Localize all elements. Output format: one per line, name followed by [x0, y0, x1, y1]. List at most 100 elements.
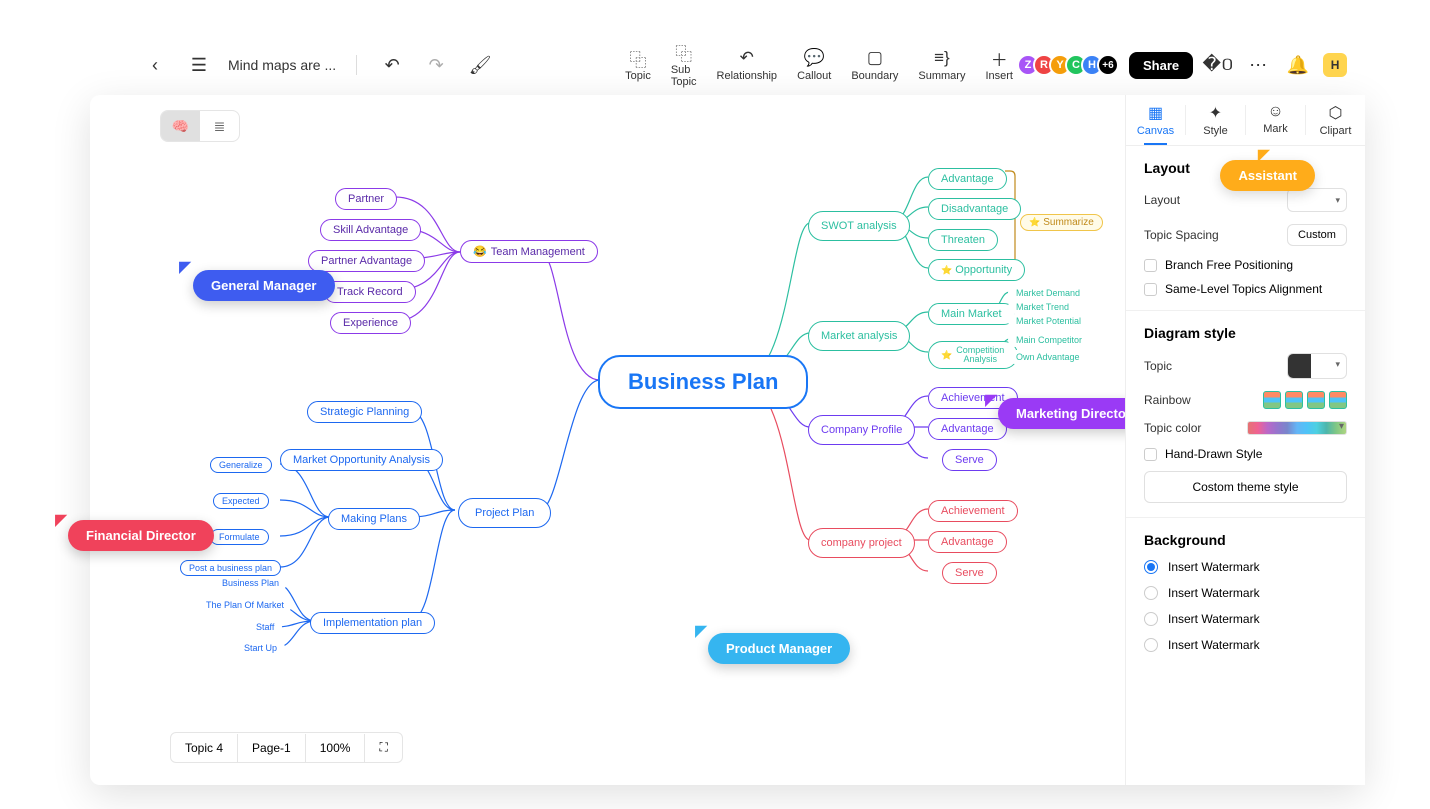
node-skill[interactable]: Skill Advantage [320, 219, 421, 241]
node-market[interactable]: Market analysis [808, 321, 910, 351]
redo-icon[interactable]: ↷ [421, 50, 451, 80]
rainbow-opt-4[interactable] [1329, 391, 1347, 409]
node-label: Competition Analysis [955, 346, 1005, 364]
page-indicator[interactable]: Page-1 [238, 734, 306, 762]
tool-topic[interactable]: ⿻Topic [615, 48, 661, 82]
tab-mark[interactable]: ☺Mark [1246, 95, 1305, 145]
radio-label: Insert Watermark [1168, 586, 1260, 600]
spacing-select[interactable]: Custom [1287, 224, 1347, 246]
node-planmarket[interactable]: The Plan Of Market [198, 598, 292, 612]
zoom-level[interactable]: 100% [306, 734, 366, 762]
tool-callout[interactable]: 💬Callout [787, 48, 841, 82]
tab-clipart[interactable]: ⬡Clipart [1306, 95, 1365, 145]
node-post[interactable]: Post a business plan [180, 560, 281, 576]
node-adv[interactable]: Advantage [928, 168, 1007, 190]
tool-relationship[interactable]: ↶Relationship [707, 48, 788, 82]
topic-color-select[interactable] [1247, 421, 1347, 435]
tool-insert[interactable]: ＋Insert [975, 48, 1023, 82]
node-strategic[interactable]: Strategic Planning [307, 401, 422, 423]
node-partner[interactable]: Partner [335, 188, 397, 210]
node-impl[interactable]: Implementation plan [310, 612, 435, 634]
node-mopp[interactable]: Market Opportunity Analysis [280, 449, 443, 471]
rainbow-opt-1[interactable] [1263, 391, 1281, 409]
node-startup[interactable]: Start Up [236, 641, 285, 655]
topic-count[interactable]: Topic 4 [171, 734, 238, 762]
hand-drawn-checkbox[interactable]: Hand-Drawn Style [1144, 447, 1347, 461]
node-exp2[interactable]: Expected [213, 493, 269, 509]
bg-option-4[interactable]: Insert Watermark [1144, 638, 1347, 652]
node-md[interactable]: Market Demand [1008, 286, 1088, 300]
layout-label: Layout [1144, 193, 1180, 207]
radio-label: Insert Watermark [1168, 638, 1260, 652]
node-track[interactable]: Track Record [324, 281, 416, 303]
custom-theme-button[interactable]: Costom theme style [1144, 471, 1347, 503]
node-gen[interactable]: Generalize [210, 457, 272, 473]
node-adv3[interactable]: Advantage [928, 531, 1007, 553]
node-swot[interactable]: SWOT analysis [808, 211, 910, 241]
tool-boundary[interactable]: ▢Boundary [841, 48, 908, 82]
right-properties-panel: ▦Canvas ✦Style ☺Mark ⬡Clipart Layout Lay… [1125, 95, 1365, 785]
bell-icon[interactable]: 🔔 [1283, 50, 1313, 80]
node-staff[interactable]: Staff [248, 620, 282, 634]
more-icon[interactable]: ⋯ [1243, 50, 1273, 80]
summary-badge[interactable]: Summarize [1020, 214, 1103, 231]
node-mt[interactable]: Market Trend [1008, 300, 1077, 314]
node-mp[interactable]: Market Potential [1008, 314, 1089, 328]
topic-style-select[interactable] [1287, 353, 1347, 379]
undo-icon[interactable]: ↶ [377, 50, 407, 80]
clipart-tab-icon: ⬡ [1329, 103, 1343, 123]
branch-free-checkbox[interactable]: Branch Free Positioning [1144, 258, 1347, 272]
node-adv2[interactable]: Advantage [928, 418, 1007, 440]
node-thr[interactable]: Threaten [928, 229, 998, 251]
node-mc[interactable]: Main Competitor [1008, 333, 1090, 347]
node-team-management[interactable]: 😂Team Management [460, 240, 598, 263]
layout-select[interactable] [1287, 188, 1347, 212]
rainbow-opt-2[interactable] [1285, 391, 1303, 409]
tool-subtopic[interactable]: ⿻Sub Topic [661, 42, 707, 88]
tool-label: Topic [625, 70, 651, 82]
bg-option-1[interactable]: Insert Watermark [1144, 560, 1347, 574]
format-painter-icon[interactable]: 🖌 [465, 50, 495, 80]
tool-label: Callout [797, 70, 831, 82]
node-ach2[interactable]: Achievement [928, 500, 1018, 522]
node-label: Team Management [491, 246, 585, 258]
share-button[interactable]: Share [1129, 52, 1193, 79]
bg-option-3[interactable]: Insert Watermark [1144, 612, 1347, 626]
back-icon[interactable]: ‹ [140, 50, 170, 80]
node-making[interactable]: Making Plans [328, 508, 420, 530]
collaborator-avatars[interactable]: ZRYCH+6 [1023, 54, 1119, 76]
fullscreen-icon[interactable]: ⛶ [365, 733, 401, 762]
node-srv1[interactable]: Serve [942, 449, 997, 471]
root-node[interactable]: Business Plan [598, 355, 808, 409]
tool-summary[interactable]: ≡}Summary [908, 48, 975, 82]
node-comp[interactable]: ⭐Competition Analysis [928, 341, 1018, 369]
document-title[interactable]: Mind maps are ... [228, 57, 336, 73]
rainbow-opt-3[interactable] [1307, 391, 1325, 409]
tool-label: Insert [985, 70, 1013, 82]
node-padv[interactable]: Partner Advantage [308, 250, 425, 272]
node-oa[interactable]: Own Advantage [1008, 350, 1088, 364]
node-form[interactable]: Formulate [210, 529, 269, 545]
view-outline-icon[interactable]: ≣ [200, 111, 239, 141]
view-mindmap-icon[interactable]: 🧠 [161, 111, 200, 141]
avatar-more-count[interactable]: +6 [1097, 54, 1119, 76]
node-bplan[interactable]: Business Plan [214, 576, 287, 590]
tab-canvas[interactable]: ▦Canvas [1126, 95, 1185, 145]
same-level-checkbox[interactable]: Same-Level Topics Alignment [1144, 282, 1347, 296]
menu-icon[interactable]: ☰ [184, 50, 214, 80]
node-project-plan[interactable]: Project Plan [458, 498, 551, 528]
node-dis[interactable]: Disadvantage [928, 198, 1021, 220]
node-cproject[interactable]: company project [808, 528, 915, 558]
node-mainmarket[interactable]: Main Market [928, 303, 1015, 325]
node-profile[interactable]: Company Profile [808, 415, 915, 445]
bg-option-2[interactable]: Insert Watermark [1144, 586, 1347, 600]
link-icon[interactable]: �០ [1203, 50, 1233, 80]
node-opp[interactable]: ⭐Opportunity [928, 259, 1025, 281]
user-avatar[interactable]: H [1323, 53, 1347, 77]
relationship-icon: ↶ [740, 48, 754, 68]
node-srv2[interactable]: Serve [942, 562, 997, 584]
tab-style[interactable]: ✦Style [1186, 95, 1245, 145]
node-exp[interactable]: Experience [330, 312, 411, 334]
toolbar-left: ‹ ☰ Mind maps are ... ↶ ↷ 🖌 [140, 50, 495, 80]
view-toggle[interactable]: 🧠 ≣ [160, 110, 240, 142]
